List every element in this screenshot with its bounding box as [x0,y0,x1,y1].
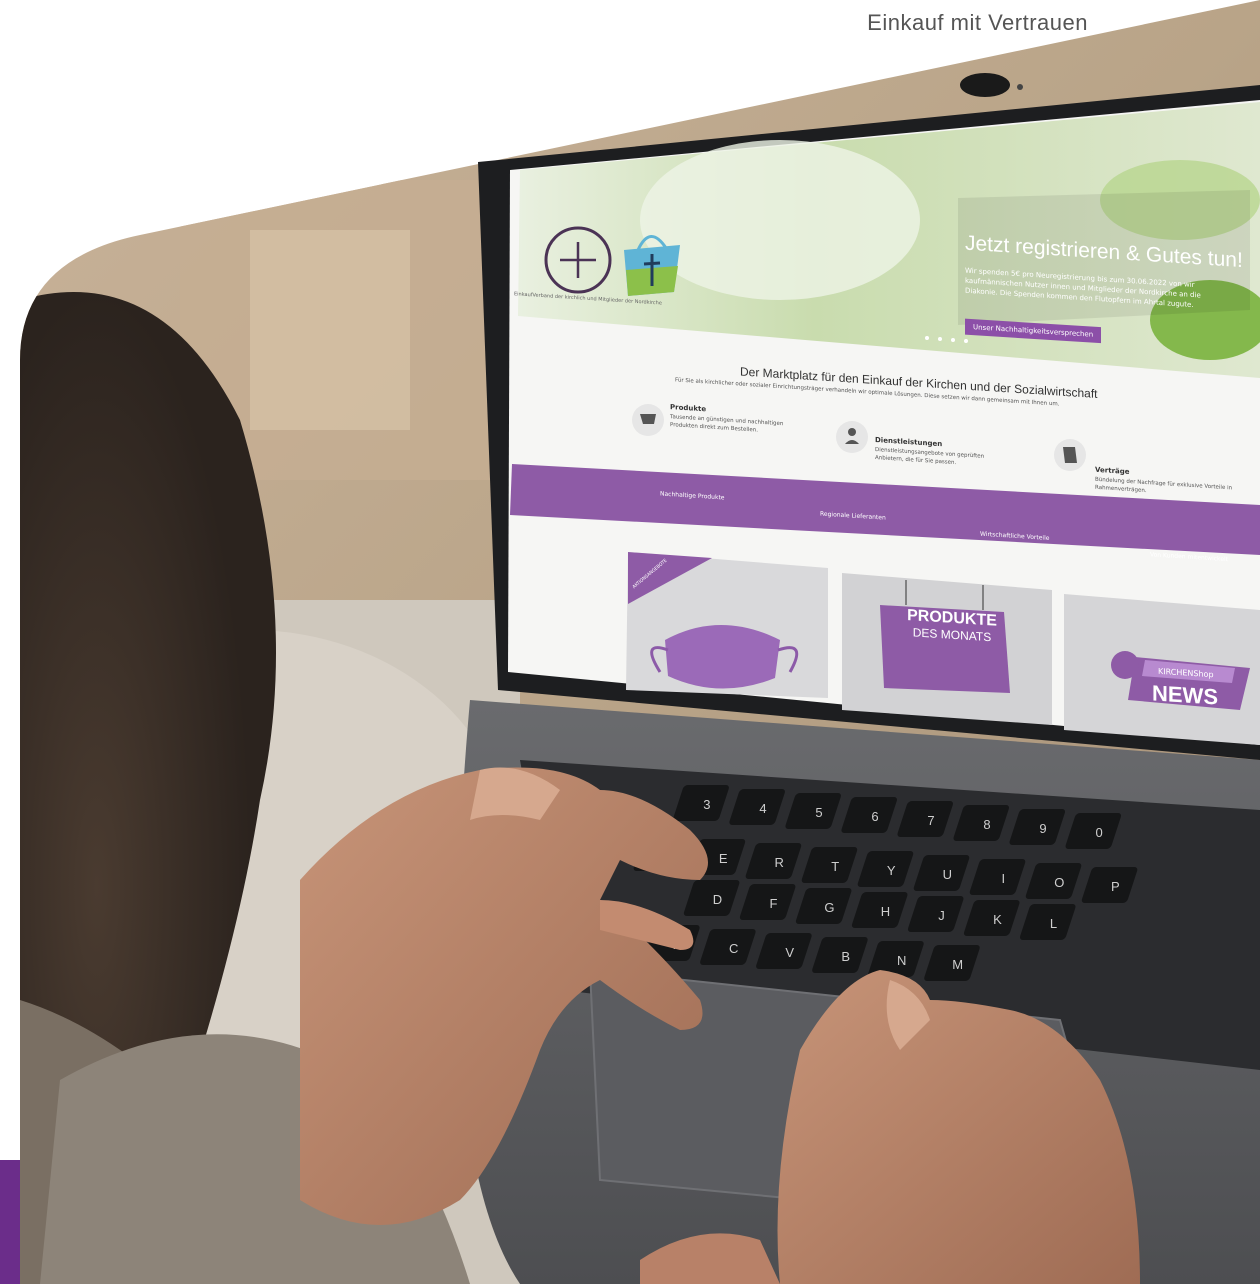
keyboard-key-label: 9 [1039,821,1046,836]
tagline: Einkauf mit Vertrauen [867,10,1088,35]
tile-ribbon: AKTIONSANGEBOTE [632,558,669,591]
keyboard-key-label: F [769,896,777,911]
keyboard-key-label: O [1054,875,1064,890]
keyboard-key-label: I [1001,871,1005,886]
keyboard-key-label: Y [887,863,896,878]
keyboard-key-label: 6 [871,809,878,824]
news-label[interactable]: NEWS [1152,680,1218,710]
keyboard-key-label: H [881,904,890,919]
hero-title: Jetzt registrieren & Gutes tun! [965,231,1243,273]
feature-vertraege[interactable]: Verträge Bündelung der Nachfrage für exk… [1095,466,1245,501]
keyboard-key-label: V [785,945,794,960]
keyboard-key-label: G [824,900,834,915]
keyboard-key-label: 0 [1095,825,1102,840]
keyboard-key-label: N [897,953,906,968]
keyboard-key-label: C [729,941,738,956]
sustainability-button[interactable]: Unser Nachhaltigkeitsversprechen [965,318,1102,344]
band-regionale-lieferanten[interactable]: Regionale Lieferanten [820,511,886,522]
keyboard-key-label: D [713,892,722,907]
hero-text: Wir spenden 5€ pro Neuregistrierung bis … [965,266,1201,310]
keyboard-key-label: 3 [703,797,710,812]
band-nachhaltige-produkte[interactable]: Nachhaltige Produkte [660,490,725,501]
keyboard-key-label: E [719,851,728,866]
keyboard-key-label: K [993,912,1002,927]
keyboard-key-label: J [938,908,945,923]
keyboard-key-label: 4 [759,801,766,816]
feature-dienstleistungen[interactable]: Dienstleistungen Dienstleistungsangebote… [875,436,1005,470]
keyboard-key-label: T [831,859,839,874]
website-screen: Jetzt registrieren & Gutes tun! Wir spen… [510,95,1260,710]
keyboard-key-label: 7 [927,813,934,828]
keyboard-key-label: B [841,949,850,964]
keyboard-key-label: P [1111,879,1120,894]
logo-caption: EinkaufVerband der kirchlich und Mitglie… [514,291,662,307]
keyboard-key-label: 8 [983,817,990,832]
keyboard-key-label: 5 [815,805,822,820]
band-wirtschaftliche-vorteile[interactable]: Wirtschaftliche Vorteile [980,531,1049,542]
produkte-des-monats-label[interactable]: PRODUKTE DES MONATS [888,606,1016,648]
keyboard-key-label: R [775,855,784,870]
band-von-kunden[interactable]: Von Kunden mitentwickelt [1150,551,1228,563]
keyboard-key-label: L [1050,916,1057,931]
keyboard-key-label: U [943,867,952,882]
keyboard-key-label: M [952,957,963,972]
news-brand: KIRCHENShop [1158,666,1214,680]
feature-produkte[interactable]: Produkte Tausende an günstigen und nachh… [670,403,810,438]
brand-accent-bar [0,1160,20,1284]
